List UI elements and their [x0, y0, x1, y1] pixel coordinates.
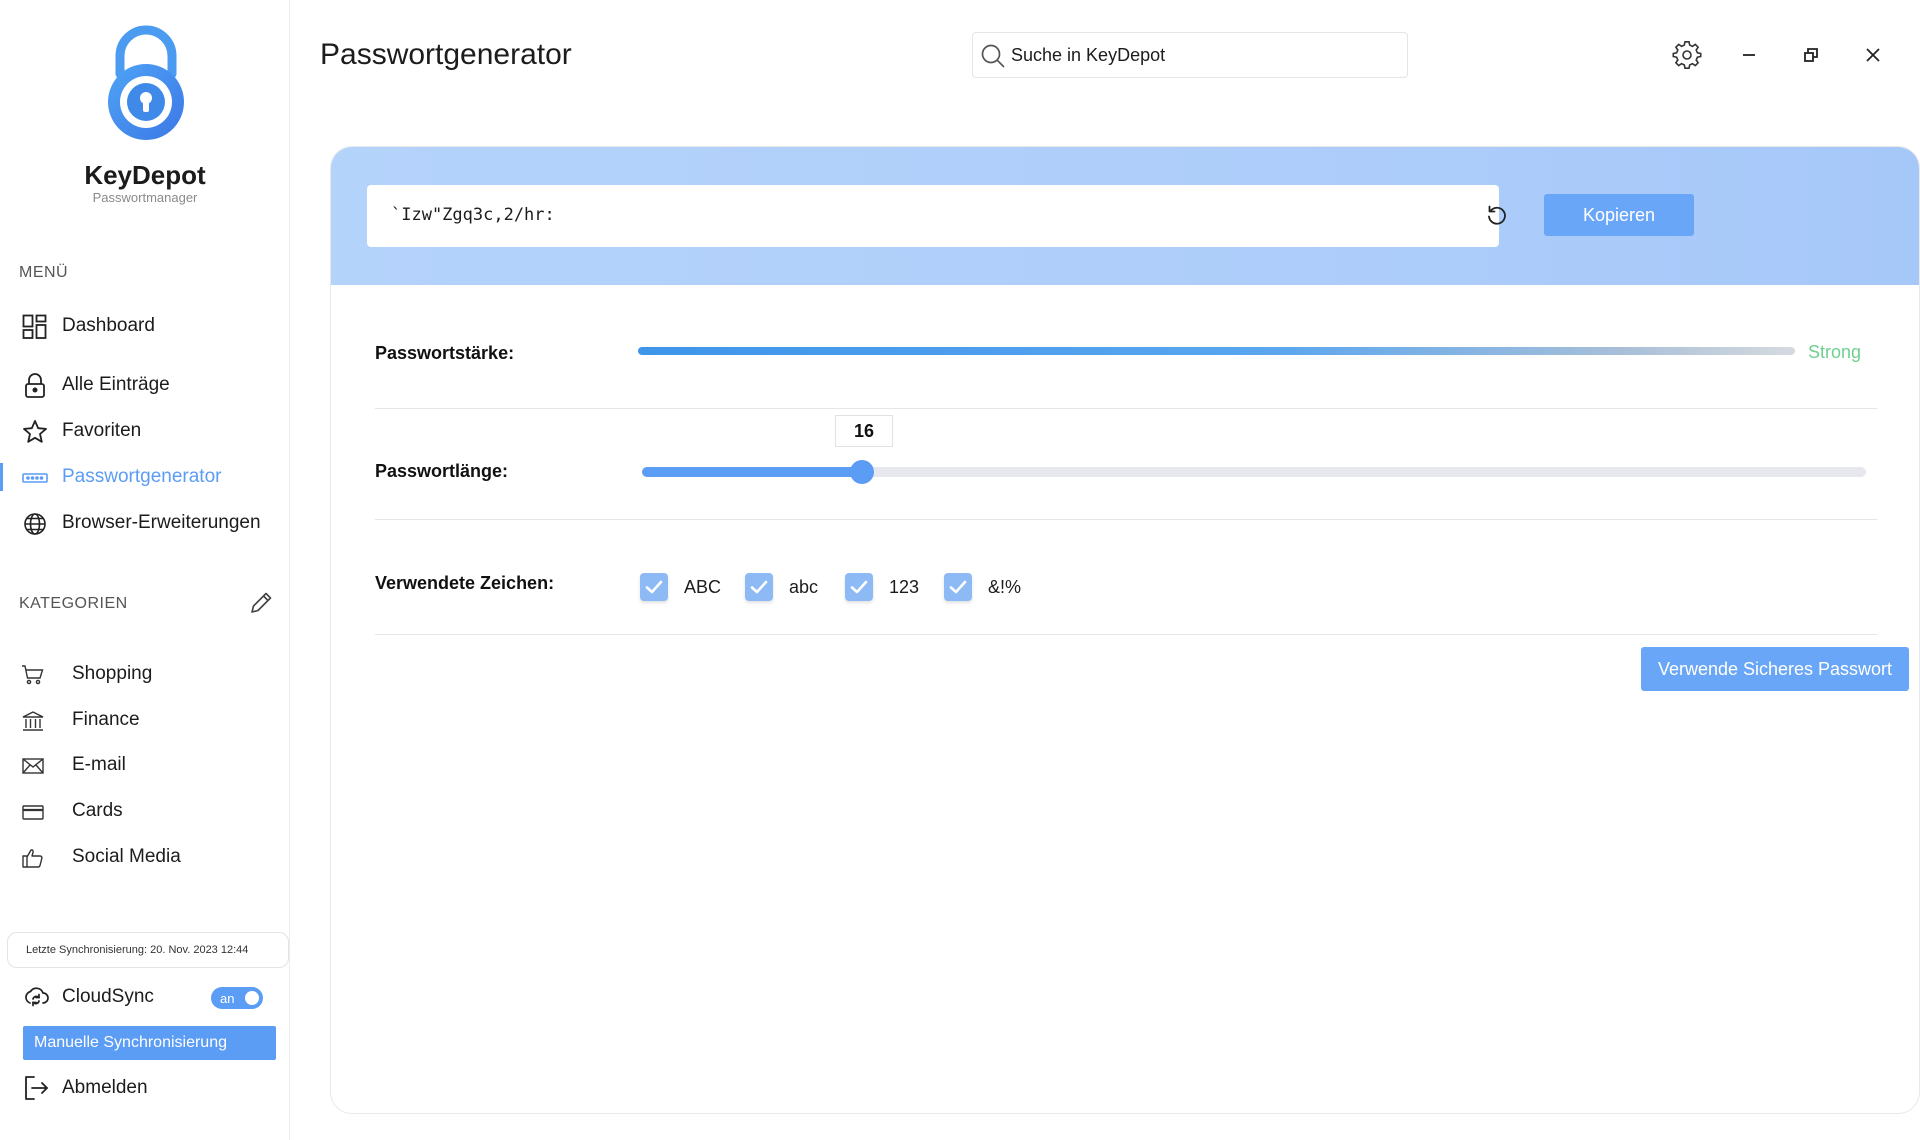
last-sync-info: Letzte Synchronisierung: 20. Nov. 2023 1… [7, 932, 289, 968]
logout-button[interactable]: Abmelden [0, 1068, 290, 1108]
checkbox-checked-icon [845, 573, 873, 601]
strength-meter-bar [638, 347, 1795, 355]
sidebar: KeyDepot Passwortmanager MENÜ Dashboard … [0, 0, 290, 1140]
strength-label: Passwortstärke: [375, 343, 515, 363]
category-label: Cards [72, 800, 123, 821]
thumbs-up-icon [22, 849, 43, 868]
star-icon [23, 420, 47, 443]
sidebar-item-label: Browser-Erweiterungen [62, 512, 261, 533]
logo-icon [108, 25, 184, 140]
sidebar-item-label: Alle Einträge [62, 374, 170, 395]
sidebar-item-favorites[interactable]: Favoriten [0, 411, 290, 451]
copy-button[interactable]: Kopieren [1544, 194, 1694, 236]
checkbox-label: 123 [889, 577, 920, 597]
length-slider-thumb[interactable] [850, 460, 875, 484]
globe-icon [24, 513, 46, 535]
sidebar-item-password-generator[interactable]: Passwortgenerator [0, 457, 290, 497]
cloudsync-toggle[interactable]: an [211, 987, 263, 1009]
search-bar[interactable] [972, 32, 1408, 78]
category-label: E-mail [72, 754, 126, 775]
generator-header: `Izw"Zgq3c,2/hr: Kopieren [331, 147, 1919, 285]
category-label: Social Media [72, 846, 181, 867]
credit-card-icon [22, 805, 44, 820]
logout-label: Abmelden [62, 1077, 148, 1098]
length-label: Passwortlänge: [375, 461, 509, 481]
use-secure-password-button[interactable]: Verwende Sicheres Passwort [1641, 647, 1909, 691]
logout-icon [25, 1076, 48, 1100]
bank-icon [22, 711, 44, 731]
checkbox-checked-icon [944, 573, 972, 601]
divider [375, 408, 1877, 409]
cloud-sync-icon [25, 987, 49, 1007]
minimize-icon[interactable] [1734, 40, 1764, 70]
dashboard-icon [22, 314, 47, 339]
length-value-display: 16 [835, 415, 893, 447]
checkbox-label: abc [789, 577, 819, 597]
toggle-state-label: an [220, 991, 235, 1006]
sidebar-item-all-entries[interactable]: Alle Einträge [0, 365, 290, 405]
sidebar-item-label: Favoriten [62, 420, 142, 441]
checkbox-label: ABC [684, 577, 722, 597]
categories-section-label: KATEGORIEN [19, 595, 128, 612]
category-item-cards[interactable]: Cards [0, 791, 290, 831]
page-title: Passwortgenerator [320, 38, 572, 71]
close-icon[interactable] [1858, 40, 1888, 70]
cloudsync-label: CloudSync [62, 986, 154, 1007]
category-item-social-media[interactable]: Social Media [0, 837, 290, 877]
strength-value: Strong [1808, 342, 1862, 362]
cloudsync-row: CloudSync an [0, 977, 290, 1017]
checkbox-label: &!% [988, 577, 1022, 597]
settings-gear-icon[interactable] [1672, 40, 1702, 70]
category-item-shopping[interactable]: Shopping [0, 654, 290, 694]
toggle-knob [245, 991, 259, 1005]
sidebar-item-label: Passwortgenerator [62, 466, 222, 487]
cart-icon [22, 665, 44, 685]
category-item-email[interactable]: E-mail [0, 745, 290, 785]
length-slider-track[interactable] [642, 460, 1866, 484]
category-label: Shopping [72, 663, 153, 684]
generated-password-text: `Izw"Zgq3c,2/hr: [391, 205, 555, 225]
lock-icon [25, 373, 45, 398]
generated-password-field[interactable]: `Izw"Zgq3c,2/hr: [367, 185, 1506, 247]
restore-window-icon[interactable] [1796, 40, 1826, 70]
mail-icon [22, 758, 44, 774]
sidebar-item-dashboard[interactable]: Dashboard [0, 306, 290, 346]
search-input[interactable] [1011, 41, 1391, 69]
edit-pencil-icon[interactable] [248, 590, 274, 616]
app-name: KeyDepot [84, 160, 206, 190]
password-generator-card: `Izw"Zgq3c,2/hr: Kopieren Passwortstärke… [330, 146, 1920, 1114]
category-item-finance[interactable]: Finance [0, 700, 290, 740]
password-dots-icon [22, 473, 48, 483]
divider [375, 634, 1877, 635]
checkbox-checked-icon [745, 573, 773, 601]
manual-sync-button[interactable]: Manuelle Synchronisierung [23, 1026, 276, 1060]
checkbox-checked-icon [640, 573, 668, 601]
sidebar-item-browser-extensions[interactable]: Browser-Erweiterungen [0, 503, 290, 543]
length-slider-fill [642, 467, 863, 477]
search-icon [981, 44, 1005, 68]
category-label: Finance [72, 709, 140, 730]
app-subtitle: Passwortmanager [92, 190, 198, 205]
menu-section-label: MENÜ [19, 264, 69, 281]
regenerate-refresh-icon[interactable] [1483, 202, 1511, 230]
characters-label: Verwendete Zeichen: [375, 573, 555, 593]
sidebar-item-label: Dashboard [62, 315, 155, 336]
divider [375, 519, 1877, 520]
